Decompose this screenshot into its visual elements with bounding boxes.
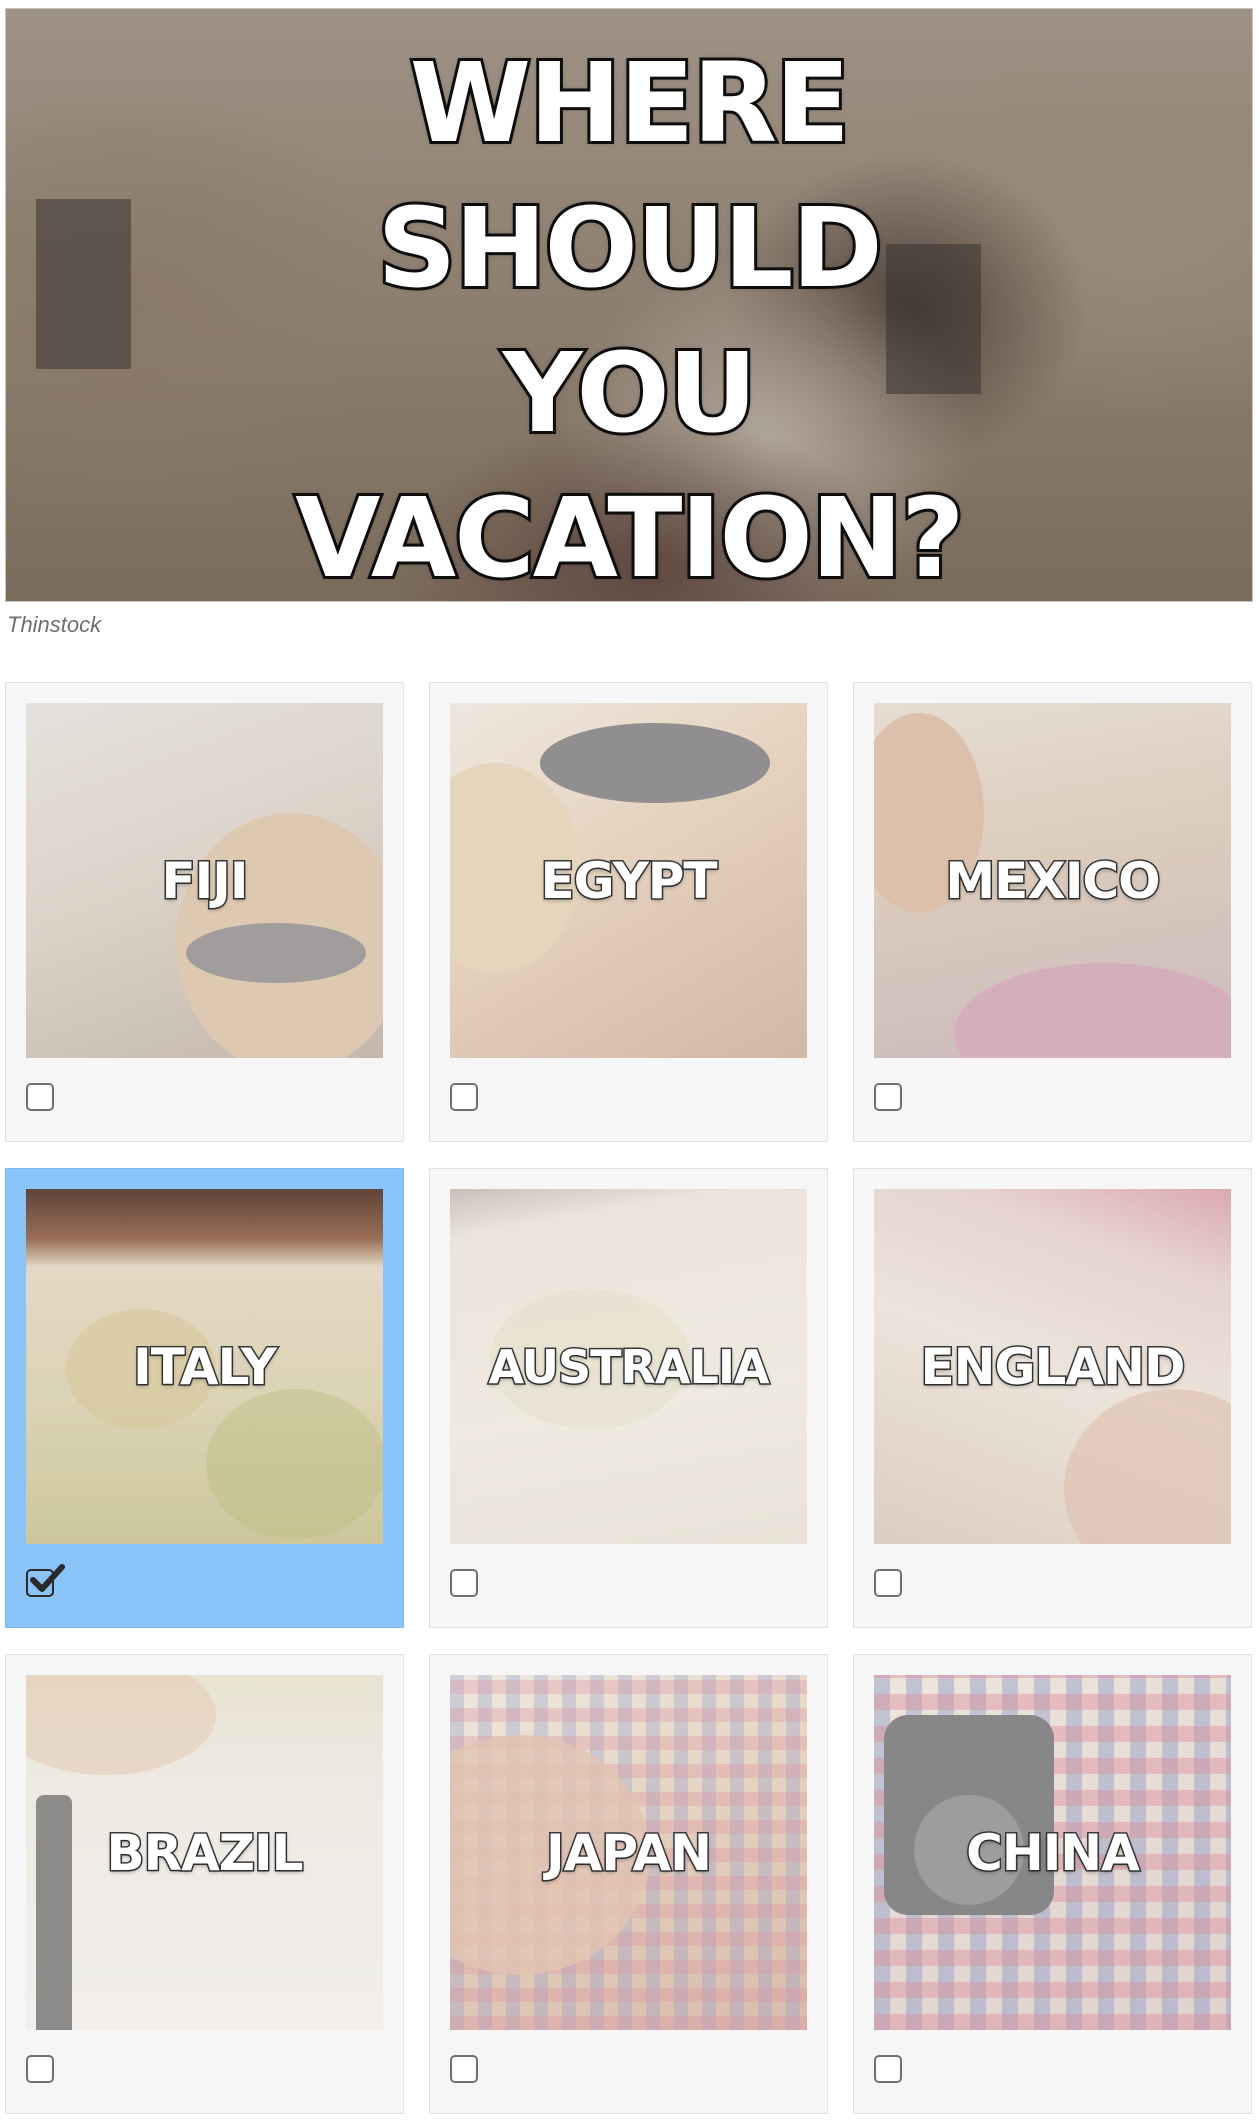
option-checkbox[interactable] (874, 1569, 902, 1597)
image-credit: Thinstock (7, 612, 102, 637)
option-photo: JAPAN (450, 1675, 807, 2030)
answer-option-mexico[interactable]: MEXICO (853, 682, 1252, 1142)
option-photo: AUSTRALIA (450, 1189, 807, 1544)
option-label: JAPAN (545, 1822, 714, 1883)
option-checkbox[interactable] (874, 2055, 902, 2083)
option-label: ITALY (132, 1336, 279, 1397)
option-checkbox[interactable] (26, 1083, 54, 1111)
option-photo: FIJI (26, 703, 383, 1058)
option-label: EGYPT (539, 850, 719, 911)
option-label: FIJI (160, 850, 250, 911)
quiz-title-line: YOU (500, 326, 761, 460)
option-photo: BRAZIL (26, 1675, 383, 2030)
option-photo: ENGLAND (874, 1189, 1231, 1544)
option-label: ENGLAND (919, 1336, 1187, 1397)
option-label: MEXICO (944, 850, 1162, 911)
option-photo: CHINA (874, 1675, 1231, 2030)
answer-option-australia[interactable]: AUSTRALIA (429, 1168, 828, 1628)
option-checkbox[interactable] (450, 1083, 478, 1111)
answer-option-japan[interactable]: JAPAN (429, 1654, 828, 2114)
option-checkbox[interactable] (450, 1569, 478, 1597)
option-checkbox[interactable] (26, 1564, 65, 1597)
option-checkbox[interactable] (26, 2055, 54, 2083)
option-photo: MEXICO (874, 703, 1231, 1058)
option-photo: EGYPT (450, 703, 807, 1058)
option-checkbox[interactable] (874, 1083, 902, 1111)
quiz-title: WHERE SHOULD YOU VACATION? (6, 31, 1252, 602)
option-label: AUSTRALIA (487, 1338, 771, 1395)
quiz-title-line: WHERE (407, 36, 853, 170)
option-checkbox[interactable] (450, 2055, 478, 2083)
option-label: BRAZIL (105, 1822, 305, 1883)
answer-grid: FIJI EGYPT MEXICO ITALY AUSTRALIA ENGLAN… (5, 682, 1253, 2114)
option-photo: ITALY (26, 1189, 383, 1544)
answer-option-china[interactable]: CHINA (853, 1654, 1252, 2114)
quiz-hero-image: WHERE SHOULD YOU VACATION? (5, 8, 1253, 602)
answer-option-egypt[interactable]: EGYPT (429, 682, 828, 1142)
quiz-title-line: VACATION? (292, 471, 967, 602)
option-label: CHINA (965, 1822, 1142, 1883)
answer-option-fiji[interactable]: FIJI (5, 682, 404, 1142)
quiz-title-line: SHOULD (374, 181, 886, 315)
answer-option-italy[interactable]: ITALY (5, 1168, 404, 1628)
answer-option-england[interactable]: ENGLAND (853, 1168, 1252, 1628)
answer-option-brazil[interactable]: BRAZIL (5, 1654, 404, 2114)
